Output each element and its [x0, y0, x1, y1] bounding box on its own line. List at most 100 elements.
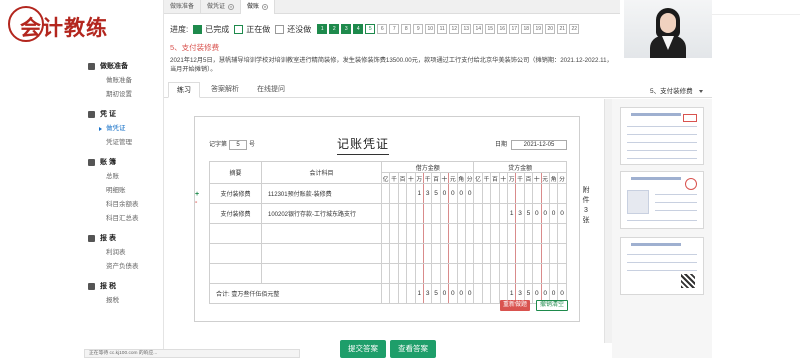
amount-digit[interactable] — [414, 263, 424, 284]
summary-cell[interactable] — [209, 223, 262, 244]
amount-digit[interactable] — [498, 223, 508, 244]
amount-digit[interactable]: 3 — [422, 283, 433, 304]
top-tab[interactable]: 做凭证 × — [201, 0, 242, 14]
amount-digit[interactable] — [380, 283, 391, 304]
amount-digit[interactable] — [506, 263, 517, 284]
amount-digit[interactable] — [548, 223, 559, 244]
amount-digit[interactable] — [481, 283, 492, 304]
amount-digit[interactable] — [389, 203, 399, 224]
amount-digit[interactable] — [557, 183, 567, 204]
attachment-thumbnail[interactable] — [620, 237, 704, 295]
amount-digit[interactable] — [473, 203, 483, 224]
amount-digit[interactable]: 0 — [540, 203, 550, 224]
amount-digit[interactable] — [406, 183, 416, 204]
sidebar-item[interactable]: 凭证管理 — [0, 136, 164, 150]
progress-step[interactable]: 9 — [413, 24, 424, 34]
amount-digit[interactable] — [414, 203, 424, 224]
view-answer-button[interactable]: 查看答案 — [390, 340, 436, 358]
amount-digit[interactable] — [431, 223, 441, 244]
voucher-number-input[interactable]: 5 — [229, 140, 248, 150]
amount-digit[interactable] — [490, 183, 500, 204]
amount-digit[interactable] — [540, 183, 550, 204]
progress-step[interactable]: 2 — [329, 24, 340, 34]
progress-step[interactable]: 16 — [497, 24, 508, 34]
amount-digit[interactable] — [406, 243, 416, 264]
redo-button[interactable]: 重新做题 — [500, 300, 531, 311]
sidebar-item[interactable]: 期初设置 — [0, 88, 164, 102]
attachment-number[interactable]: 3 — [582, 206, 590, 216]
account-cell[interactable] — [261, 243, 382, 264]
sidebar-item[interactable]: 做凭证 — [0, 122, 164, 136]
sidebar-item[interactable]: 做账准备 — [0, 74, 164, 88]
amount-digit[interactable] — [498, 263, 508, 284]
amount-digit[interactable] — [448, 223, 458, 244]
amount-digit[interactable] — [498, 203, 508, 224]
amount-digit[interactable]: 5 — [431, 283, 441, 304]
amount-digit[interactable] — [456, 203, 466, 224]
sidebar-item[interactable]: 总账 — [0, 170, 164, 184]
amount-digit[interactable] — [506, 183, 517, 204]
voucher-date-input[interactable]: 2021-12-05 — [511, 140, 568, 150]
progress-step[interactable]: 15 — [485, 24, 496, 34]
sidebar-item[interactable]: 资产负债表 — [0, 260, 164, 274]
amount-digit[interactable] — [532, 263, 542, 284]
summary-cell[interactable]: 支付装修费 — [209, 203, 262, 224]
amount-digit[interactable] — [548, 263, 559, 284]
progress-step[interactable]: 5 — [365, 24, 376, 34]
amount-digit[interactable] — [389, 183, 399, 204]
amount-digit[interactable]: 0 — [439, 283, 450, 304]
amount-digit[interactable] — [439, 243, 450, 264]
progress-step[interactable]: 22 — [569, 24, 580, 34]
amount-digit[interactable]: 0 — [456, 183, 466, 204]
amount-digit[interactable] — [540, 243, 550, 264]
amount-digit[interactable]: 1 — [414, 183, 424, 204]
amount-digit[interactable] — [490, 223, 500, 244]
amount-digit[interactable] — [515, 263, 525, 284]
remove-row-icon[interactable]: - — [195, 199, 199, 207]
progress-step[interactable]: 10 — [425, 24, 436, 34]
amount-digit[interactable] — [406, 283, 416, 304]
tab-practice[interactable]: 练习 — [168, 82, 200, 98]
amount-digit[interactable] — [481, 243, 492, 264]
amount-digit[interactable] — [380, 203, 391, 224]
progress-step[interactable]: 3 — [341, 24, 352, 34]
question-select[interactable]: 5、支付装修费 — [650, 85, 703, 95]
summary-cell[interactable] — [209, 263, 262, 284]
amount-digit[interactable] — [397, 183, 408, 204]
sidebar-group-header[interactable]: 报 税 — [0, 278, 164, 294]
amount-digit[interactable] — [548, 183, 559, 204]
amount-digit[interactable] — [557, 223, 567, 244]
amount-digit[interactable] — [506, 243, 517, 264]
account-cell[interactable] — [261, 263, 382, 284]
attachment-thumbnail[interactable] — [620, 107, 704, 165]
sidebar-item[interactable]: 科目余额表 — [0, 198, 164, 212]
progress-step[interactable]: 1 — [317, 24, 328, 34]
amount-digit[interactable] — [557, 243, 567, 264]
progress-step[interactable]: 7 — [389, 24, 400, 34]
amount-digit[interactable] — [515, 183, 525, 204]
amount-digit[interactable] — [523, 183, 534, 204]
sidebar-item[interactable]: 利润表 — [0, 246, 164, 260]
summary-cell[interactable]: 支付装修费 — [209, 183, 262, 204]
amount-digit[interactable] — [431, 203, 441, 224]
amount-digit[interactable] — [380, 223, 391, 244]
amount-digit[interactable]: 3 — [422, 183, 433, 204]
account-cell[interactable] — [261, 223, 382, 244]
amount-digit[interactable] — [389, 223, 399, 244]
amount-digit[interactable] — [389, 263, 399, 284]
amount-digit[interactable]: 5 — [431, 183, 441, 204]
amount-digit[interactable] — [473, 223, 483, 244]
amount-digit[interactable] — [422, 223, 433, 244]
amount-digit[interactable] — [548, 243, 559, 264]
amount-digit[interactable] — [473, 283, 483, 304]
amount-digit[interactable] — [380, 263, 391, 284]
amount-digit[interactable] — [406, 263, 416, 284]
amount-digit[interactable] — [431, 243, 441, 264]
sidebar-item[interactable]: 明细账 — [0, 184, 164, 198]
amount-digit[interactable] — [540, 263, 550, 284]
progress-step[interactable]: 12 — [449, 24, 460, 34]
amount-digit[interactable] — [532, 223, 542, 244]
sidebar-group-header[interactable]: 做账准备 — [0, 58, 164, 74]
amount-digit[interactable] — [389, 283, 399, 304]
amount-digit[interactable] — [456, 243, 466, 264]
